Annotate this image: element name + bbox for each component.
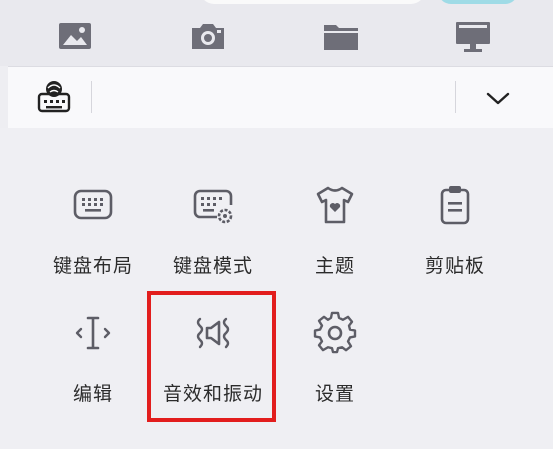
- monitor-icon[interactable]: [453, 18, 493, 54]
- menu-item-label: 编辑: [72, 383, 113, 405]
- menu-item-label: 键盘模式: [172, 255, 253, 277]
- keyboard-mode-button[interactable]: 键盘模式: [158, 183, 268, 293]
- gear-icon: [313, 311, 357, 355]
- send-button[interactable]: [438, 0, 518, 4]
- menu-item-label: 设置: [314, 383, 355, 405]
- keyboard-icon: [71, 183, 115, 227]
- text-cursor-icon: [71, 311, 115, 355]
- message-input[interactable]: [200, 0, 425, 4]
- keyboard-layout-button[interactable]: 键盘布局: [38, 183, 148, 293]
- keyboard-settings-icon: [191, 183, 235, 227]
- theme-button[interactable]: 主题: [280, 183, 390, 293]
- clipboard-button[interactable]: 剪贴板: [400, 183, 510, 293]
- chevron-down-icon[interactable]: [480, 81, 516, 115]
- keyboard-toolbar: [8, 66, 553, 129]
- menu-item-label: 主题: [314, 255, 355, 277]
- tshirt-icon: [313, 183, 357, 227]
- settings-button[interactable]: 设置: [280, 311, 390, 421]
- toolbar-divider: [455, 81, 456, 113]
- camera-icon[interactable]: [188, 18, 228, 54]
- clipboard-icon: [433, 183, 477, 227]
- keyboard-globe-icon[interactable]: [36, 79, 72, 115]
- menu-item-label: 键盘布局: [52, 255, 133, 277]
- attachment-bar: [0, 0, 553, 66]
- highlight-box: [147, 291, 276, 422]
- menu-item-label: 剪贴板: [424, 255, 485, 277]
- edit-button[interactable]: 编辑: [38, 311, 148, 421]
- folder-icon[interactable]: [321, 18, 361, 54]
- image-icon[interactable]: [55, 18, 95, 54]
- toolbar-divider: [91, 81, 92, 113]
